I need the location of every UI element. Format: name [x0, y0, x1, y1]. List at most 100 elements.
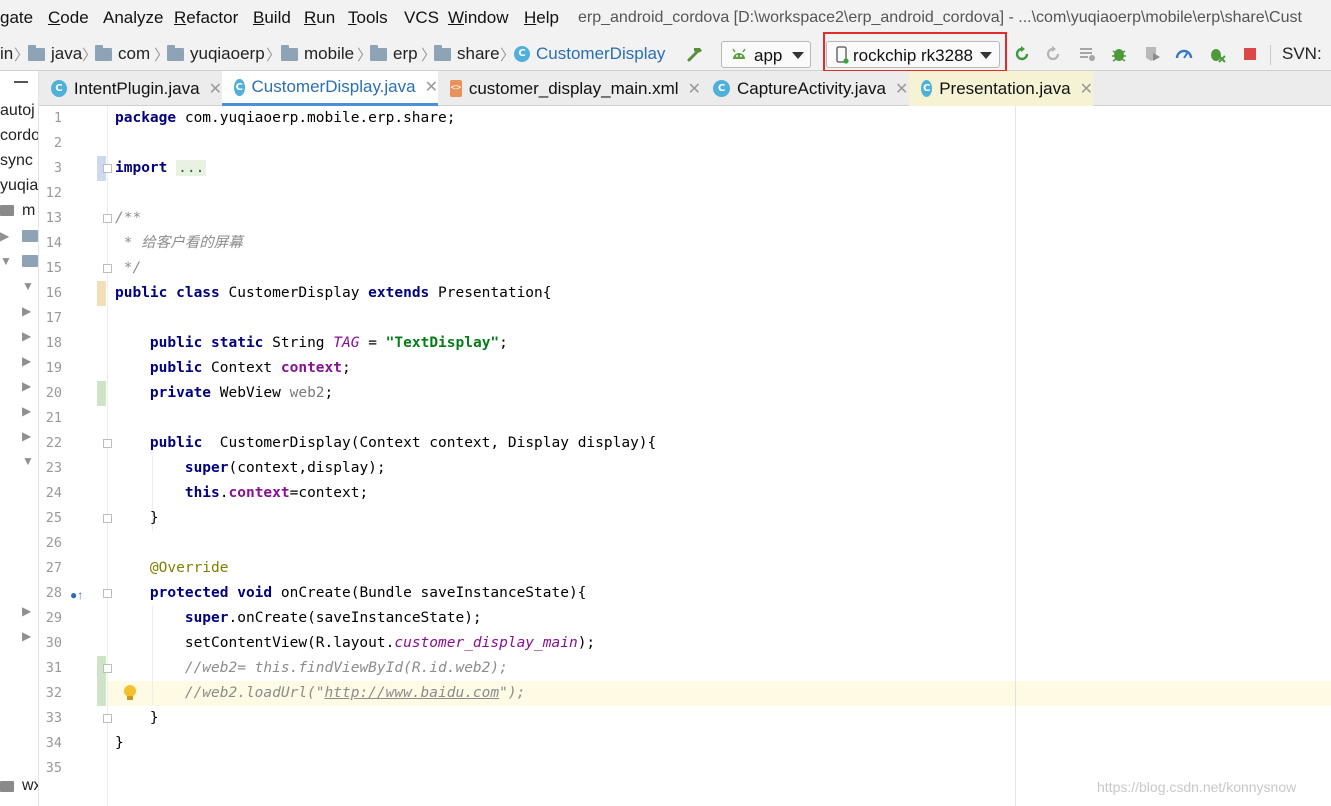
close-icon[interactable]: ✕: [1080, 79, 1093, 99]
fold-toggle-icon[interactable]: [103, 214, 112, 223]
line-number: 1: [53, 110, 62, 126]
code-line: }: [115, 731, 124, 756]
override-method-icon[interactable]: ●↑: [70, 588, 83, 602]
close-icon[interactable]: ✕: [688, 79, 701, 99]
profiler-gauge-icon[interactable]: [1175, 45, 1193, 63]
expand-arrow-icon[interactable]: ▶: [22, 404, 31, 418]
mnemonic-letter: W: [448, 8, 465, 27]
code-token: */: [115, 260, 142, 276]
tab-label: customer_display_main.xml: [468, 78, 679, 98]
expand-arrow-icon[interactable]: ▶: [22, 329, 31, 343]
close-icon[interactable]: ✕: [425, 77, 438, 97]
code-token: public static: [149, 335, 264, 351]
fold-toggle-icon[interactable]: [103, 439, 112, 448]
apply-code-changes-icon[interactable]: [1078, 45, 1096, 63]
code-line: @Override: [115, 556, 229, 581]
vcs-added-marker[interactable]: [97, 381, 106, 406]
class-icon: C: [514, 46, 530, 62]
menu-bar: gate Code Analyze Refactor Build Run Too…: [0, 0, 1331, 37]
menu-code[interactable]: Code: [48, 8, 89, 28]
project-item[interactable]: autoj: [0, 102, 35, 120]
menu-tools[interactable]: Tools: [348, 8, 388, 28]
rerun-icon[interactable]: [1013, 45, 1031, 63]
code-token: * 给客户看的屏幕: [115, 235, 243, 251]
breadcrumb-label: com: [118, 44, 151, 63]
breadcrumb-separator-icon: 〉: [266, 47, 282, 64]
vcs-modified-marker[interactable]: [97, 281, 106, 306]
menu-refactor[interactable]: Refactor: [174, 8, 238, 28]
expand-arrow-icon[interactable]: ▶: [22, 354, 31, 368]
breadcrumb-label: share: [457, 44, 500, 63]
editor-tab-bar: C IntentPlugin.java ✕ C CustomerDisplay.…: [39, 71, 1331, 106]
project-item[interactable]: yuqia: [0, 177, 38, 195]
menu-navigate[interactable]: gate: [0, 8, 33, 28]
line-number: 28: [45, 585, 62, 601]
expand-arrow-icon[interactable]: ▶: [0, 229, 9, 243]
code-line: setContentView(R.layout.customer_display…: [115, 631, 595, 656]
close-icon[interactable]: ✕: [895, 79, 908, 99]
breadcrumb-item-java[interactable]: java: [28, 44, 82, 64]
project-item[interactable]: sync: [0, 152, 33, 170]
chevron-down-icon: [792, 52, 804, 59]
fold-toggle-icon[interactable]: [103, 164, 112, 173]
debug-icon[interactable]: [1110, 45, 1128, 63]
expand-arrow-icon[interactable]: ▶: [22, 629, 31, 643]
tab-customer-display-main-xml[interactable]: <> customer_display_main.xml ✕: [438, 71, 701, 106]
fold-toggle-icon[interactable]: [103, 264, 112, 273]
mnemonic-letter: C: [48, 8, 61, 27]
line-number: 22: [45, 435, 62, 451]
breadcrumb-item-customerdisplay[interactable]: C CustomerDisplay: [514, 44, 665, 64]
menu-vcs[interactable]: VCS: [404, 8, 439, 28]
expand-arrow-icon[interactable]: ▶: [22, 304, 31, 318]
menu-window[interactable]: Window: [448, 8, 508, 28]
menu-help[interactable]: Help: [524, 8, 559, 28]
toolbar-divider: [1270, 45, 1271, 65]
expand-arrow-icon[interactable]: ▶: [22, 604, 31, 618]
mnemonic-letter: R: [174, 8, 187, 27]
fold-toggle-icon[interactable]: [103, 589, 112, 598]
tab-customerdisplay[interactable]: C CustomerDisplay.java ✕: [222, 71, 438, 106]
menu-build[interactable]: Build: [253, 8, 291, 28]
breadcrumb-item-com[interactable]: com: [95, 44, 150, 64]
module-folder-icon: [0, 781, 14, 792]
breadcrumb-item-yuqiaoerp[interactable]: yuqiaoerp: [167, 44, 265, 64]
code-token: import: [115, 160, 168, 176]
expand-arrow-icon[interactable]: ▶: [22, 429, 31, 443]
line-number: 33: [45, 710, 62, 726]
close-icon[interactable]: ✕: [209, 79, 222, 99]
tab-intentplugin[interactable]: C IntentPlugin.java ✕: [39, 71, 222, 106]
code-token: TAG: [333, 335, 360, 351]
project-item[interactable]: cordo: [0, 127, 38, 145]
breadcrumb-item-module[interactable]: in: [0, 44, 13, 64]
fold-toggle-icon[interactable]: [103, 664, 112, 673]
build-hammer-icon[interactable]: [686, 45, 704, 63]
collapse-arrow-icon[interactable]: ▼: [22, 279, 34, 293]
collapse-arrow-icon[interactable]: ▼: [0, 254, 12, 268]
menu-analyze[interactable]: Analyze: [103, 8, 163, 28]
stop-icon[interactable]: [1241, 45, 1259, 63]
code-line: }: [115, 506, 159, 531]
project-item[interactable]: wx: [22, 777, 38, 795]
apply-changes-icon[interactable]: [1044, 45, 1062, 63]
run-configuration-select[interactable]: app: [721, 41, 811, 68]
tab-presentation[interactable]: C Presentation.java ✕: [909, 71, 1093, 106]
breadcrumb-item-share[interactable]: share: [434, 44, 500, 64]
project-item[interactable]: m: [22, 202, 35, 220]
line-number: 23: [45, 460, 62, 476]
breadcrumb-item-erp[interactable]: erp: [370, 44, 418, 64]
code-editor[interactable]: ●↑ 1 2 3 12 13 14 15 16 17 18 19 20 21 22 23 24 25 26 27 28…: [39, 106, 1331, 806]
tab-captureactivity[interactable]: C CaptureActivity.java ✕: [701, 71, 909, 106]
breadcrumb-item-mobile[interactable]: mobile: [281, 44, 354, 64]
expand-arrow-icon[interactable]: ▶: [22, 379, 31, 393]
attach-debugger-icon[interactable]: [1208, 45, 1226, 63]
minimize-dash-icon[interactable]: [14, 81, 28, 83]
fold-toggle-icon[interactable]: [103, 514, 112, 523]
fold-toggle-icon[interactable]: [103, 714, 112, 723]
collapse-arrow-icon[interactable]: ▼: [22, 454, 34, 468]
menu-run[interactable]: Run: [304, 8, 335, 28]
run-with-coverage-icon[interactable]: [1143, 45, 1161, 63]
